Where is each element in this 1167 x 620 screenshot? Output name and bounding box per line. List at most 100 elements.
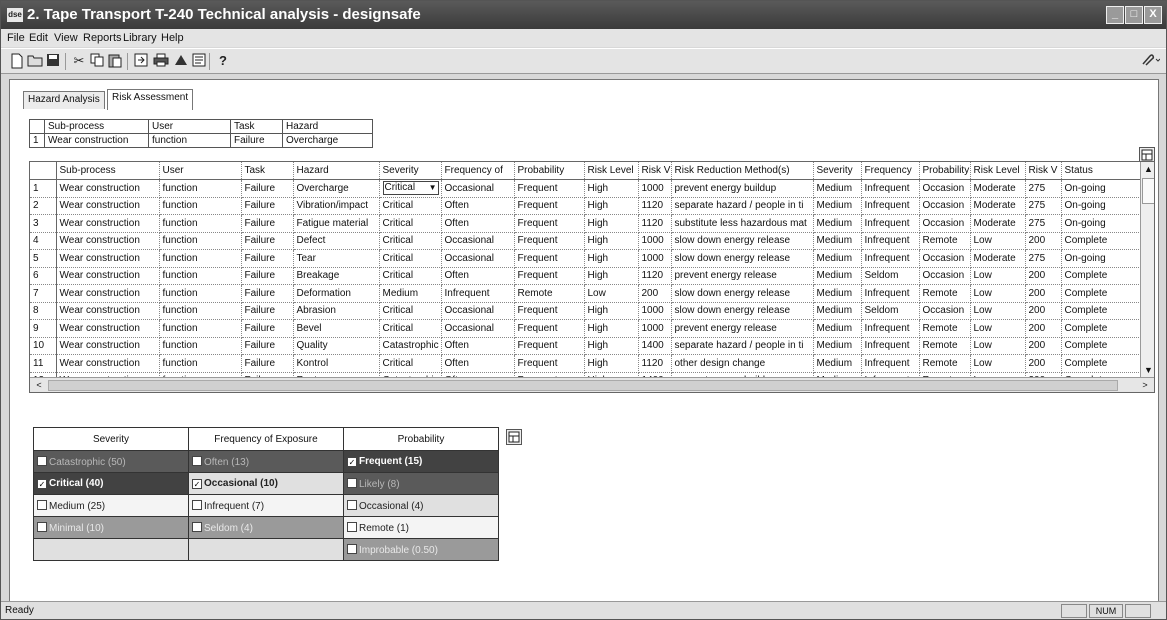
table-cell[interactable]: Failure: [241, 337, 294, 355]
checkbox[interactable]: [192, 499, 202, 510]
table-cell[interactable]: Frequent: [514, 214, 585, 233]
table-cell[interactable]: 200: [1025, 354, 1062, 373]
chevron-down-icon[interactable]: ▼: [429, 182, 437, 194]
legend-option[interactable]: Often (13): [188, 450, 344, 473]
table-cell[interactable]: Failure: [241, 214, 294, 233]
table-cell[interactable]: Wear construction: [56, 284, 160, 303]
column-header[interactable]: Task: [241, 162, 294, 180]
table-cell[interactable]: High: [584, 214, 639, 233]
table-cell[interactable]: Low: [970, 232, 1026, 250]
print-icon[interactable]: [153, 53, 169, 69]
table-row[interactable]: 1 Wear construction function Failure Overcha…: [30, 179, 1141, 198]
table-cell[interactable]: Failure: [241, 179, 294, 198]
checkbox[interactable]: [192, 455, 202, 466]
cut-icon[interactable]: ✂: [71, 53, 87, 69]
copy-icon[interactable]: [89, 53, 105, 69]
table-cell[interactable]: 1000: [638, 249, 672, 268]
table-row[interactable]: 9 Wear construction function Failure Bevel Cr…: [30, 319, 1141, 338]
column-header[interactable]: Risk Level: [584, 162, 639, 180]
table-cell[interactable]: Frequent: [514, 337, 585, 355]
severity-combobox[interactable]: Critical ▼: [382, 181, 439, 196]
column-header[interactable]: Probability: [514, 162, 585, 180]
table-cell[interactable]: Frequent: [514, 354, 585, 373]
table-cell[interactable]: Infrequent: [861, 179, 920, 198]
table-cell[interactable]: Quality: [293, 337, 380, 355]
table-cell[interactable]: Medium: [813, 337, 862, 355]
legend-option[interactable]: Seldom (4): [188, 516, 344, 539]
table-cell[interactable]: Low: [970, 354, 1026, 373]
table-cell[interactable]: Low: [970, 319, 1026, 338]
table-cell[interactable]: On-going: [1061, 197, 1141, 215]
table-cell[interactable]: Remote: [919, 284, 971, 303]
table-cell[interactable]: Catastrophic: [379, 337, 442, 355]
table-row[interactable]: 4 Wear construction function Failure Defect C…: [30, 232, 1141, 250]
table-cell[interactable]: prevent energy release: [671, 267, 814, 285]
table-cell[interactable]: Defect: [293, 232, 380, 250]
table-cell[interactable]: 275: [1025, 249, 1062, 268]
table-row[interactable]: 5 Wear construction function Failure Tear Cri…: [30, 249, 1141, 268]
table-cell[interactable]: Medium: [813, 197, 862, 215]
table-cell[interactable]: Infrequent: [861, 319, 920, 338]
table-cell[interactable]: High: [584, 232, 639, 250]
table-cell[interactable]: Medium: [813, 179, 862, 198]
table-cell[interactable]: Wear construction: [56, 302, 160, 320]
table-cell[interactable]: 200: [1025, 302, 1062, 320]
table-cell[interactable]: Failure: [241, 319, 294, 338]
column-header[interactable]: Frequency of: [441, 162, 515, 180]
table-cell[interactable]: slow down energy release: [671, 232, 814, 250]
table-cell[interactable]: Critical: [379, 249, 442, 268]
table-cell[interactable]: Moderate: [970, 249, 1026, 268]
table-cell[interactable]: 275: [1025, 214, 1062, 233]
table-cell[interactable]: Moderate: [970, 179, 1026, 198]
table-cell[interactable]: Wear construction: [56, 214, 160, 233]
table-cell[interactable]: Frequent: [514, 232, 585, 250]
table-cell[interactable]: Frequent: [514, 249, 585, 268]
table-cell[interactable]: Complete: [1061, 319, 1141, 338]
table-cell[interactable]: Failure: [241, 354, 294, 373]
table-cell[interactable]: Critical: [379, 354, 442, 373]
close-button[interactable]: X: [1144, 6, 1162, 24]
filter-cell[interactable]: Overcharge: [282, 133, 373, 148]
table-cell[interactable]: Overcharge: [293, 179, 380, 198]
table-cell[interactable]: 200: [1025, 337, 1062, 355]
table-cell[interactable]: Infrequent: [861, 214, 920, 233]
table-cell[interactable]: Failure: [241, 197, 294, 215]
library-icon[interactable]: [173, 53, 189, 69]
legend-option[interactable]: Improbable (0.50): [343, 538, 499, 561]
table-cell[interactable]: Frequent: [514, 319, 585, 338]
save-icon[interactable]: [45, 53, 61, 69]
table-cell[interactable]: function: [159, 284, 242, 303]
table-cell[interactable]: Low: [970, 267, 1026, 285]
table-row[interactable]: 11 Wear construction function Failure Kontro…: [30, 354, 1141, 373]
import-icon[interactable]: [133, 53, 149, 69]
checkbox-checked[interactable]: ✓: [37, 479, 47, 489]
column-header[interactable]: Risk Level: [970, 162, 1026, 180]
table-cell[interactable]: High: [584, 249, 639, 268]
table-cell[interactable]: Complete: [1061, 354, 1141, 373]
table-cell[interactable]: Frequent: [514, 267, 585, 285]
table-cell[interactable]: Complete: [1061, 337, 1141, 355]
menu-view[interactable]: View: [54, 32, 78, 44]
table-cell[interactable]: Critical: [379, 302, 442, 320]
table-cell[interactable]: Wear construction: [56, 249, 160, 268]
table-cell[interactable]: Medium: [813, 214, 862, 233]
table-cell[interactable]: Infrequent: [441, 284, 515, 303]
table-cell[interactable]: Medium: [813, 232, 862, 250]
table-cell[interactable]: Wear construction: [56, 319, 160, 338]
table-cell[interactable]: prevent energy release: [671, 319, 814, 338]
table-cell[interactable]: Often: [441, 197, 515, 215]
table-row[interactable]: 2 Wear construction function Failure Vibrati…: [30, 197, 1141, 215]
menu-help[interactable]: Help: [161, 32, 184, 44]
table-cell[interactable]: 1000: [638, 179, 672, 198]
table-cell[interactable]: Medium: [813, 354, 862, 373]
table-cell[interactable]: Tear: [293, 249, 380, 268]
table-cell[interactable]: function: [159, 354, 242, 373]
checkbox[interactable]: [347, 521, 357, 532]
table-cell[interactable]: 1000: [638, 302, 672, 320]
table-cell[interactable]: 1400: [638, 337, 672, 355]
table-cell[interactable]: Failure: [241, 302, 294, 320]
table-cell[interactable]: High: [584, 179, 639, 198]
legend-option[interactable]: Minimal (10): [33, 516, 189, 539]
table-cell[interactable]: separate hazard / people in ti: [671, 197, 814, 215]
legend-option[interactable]: Likely (8): [343, 472, 499, 495]
